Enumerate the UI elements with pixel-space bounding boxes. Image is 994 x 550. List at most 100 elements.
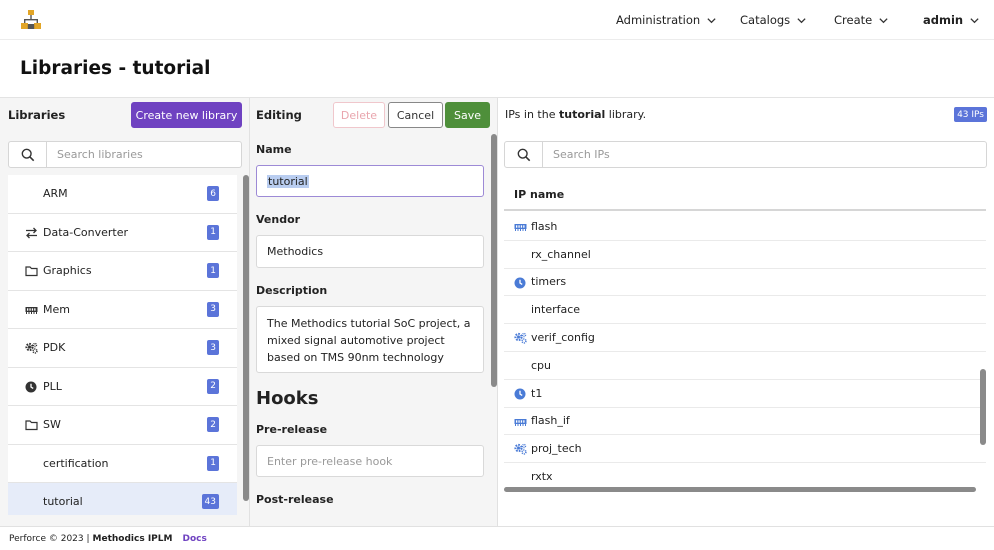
ip-name: interface (531, 303, 581, 317)
nav-user-menu[interactable]: admin (923, 13, 980, 27)
nav-catalogs[interactable]: Catalogs (740, 13, 807, 27)
ip-row-verif-config[interactable]: verif_config (504, 324, 986, 352)
pre-release-placeholder: Enter pre-release hook (267, 454, 393, 468)
ip-name: rxtx (531, 470, 553, 484)
ips-panel: IPs in the tutorial library. 43 IPs IP n… (498, 98, 994, 527)
app-logo-icon[interactable] (21, 10, 41, 30)
library-item-graphics[interactable]: Graphics 1 (8, 252, 237, 291)
ips-caption-library: tutorial (559, 108, 606, 121)
create-library-button[interactable]: Create new library (131, 102, 242, 128)
ip-row-flash-if[interactable]: flash_if (504, 408, 986, 436)
library-count-badge: 1 (207, 263, 219, 279)
main-panels: Libraries Create new library ARM 6 Data-… (0, 97, 994, 527)
name-label: Name (256, 143, 292, 156)
name-field-value: tutorial (267, 174, 309, 188)
library-list-scrollbar[interactable] (243, 175, 249, 501)
folder-icon (25, 420, 38, 431)
footer-product: Methodics IPLM (92, 533, 173, 544)
vendor-label: Vendor (256, 213, 301, 226)
nav-create[interactable]: Create (834, 13, 889, 27)
nav-catalogs-label: Catalogs (740, 13, 791, 27)
library-item-pll[interactable]: PLL 2 (8, 367, 237, 406)
chevron-down-icon (706, 15, 717, 26)
chevron-down-icon (969, 15, 980, 26)
ip-list: flash rx_channel timers interface verif_… (504, 213, 986, 484)
ip-name-column-header[interactable]: IP name (504, 179, 986, 211)
top-navbar: Administration Catalogs Create admin (0, 0, 994, 40)
ip-row-timers[interactable]: timers (504, 269, 986, 297)
gears-icon (25, 342, 38, 354)
library-name: Data-Converter (43, 225, 129, 239)
library-count-badge: 2 (207, 378, 219, 394)
ip-search (504, 141, 987, 168)
ip-row-rxtx[interactable]: rxtx (504, 463, 986, 484)
library-count-badge: 43 (201, 494, 219, 510)
ip-name: cpu (531, 358, 552, 372)
library-item-pdk[interactable]: PDK 3 (8, 329, 237, 368)
memory-chip-icon (514, 224, 527, 231)
library-item-certification[interactable]: certification 1 (8, 444, 237, 483)
chevron-down-icon (878, 15, 889, 26)
ip-row-proj-tech[interactable]: proj_tech (504, 435, 986, 464)
ip-row-rx-channel[interactable]: rx_channel (504, 241, 986, 269)
library-search-input[interactable] (47, 142, 241, 167)
library-count-badge: 3 (207, 301, 219, 317)
ip-list-horizontal-scrollbar[interactable] (504, 487, 976, 492)
cancel-button[interactable]: Cancel (388, 102, 443, 128)
nav-administration[interactable]: Administration (616, 13, 717, 27)
editing-panel: Editing Delete Cancel Save Name tutorial… (250, 98, 498, 527)
ip-name: flash_if (531, 414, 570, 428)
ips-caption: IPs in the tutorial library. (505, 108, 646, 121)
library-item-arm[interactable]: ARM 6 (8, 175, 237, 214)
docs-link[interactable]: Docs (182, 534, 206, 544)
nav-create-label: Create (834, 13, 873, 27)
gears-icon (514, 332, 527, 344)
name-field[interactable]: tutorial (256, 165, 484, 197)
library-count-badge: 3 (207, 340, 219, 356)
library-item-sw[interactable]: SW 2 (8, 406, 237, 445)
save-button[interactable]: Save (445, 102, 490, 128)
ip-row-flash[interactable]: flash (504, 213, 986, 241)
post-release-label: Post-release (256, 493, 334, 506)
library-item-tutorial[interactable]: tutorial 43 (8, 483, 237, 515)
description-label: Description (256, 284, 328, 297)
ip-row-interface[interactable]: interface (504, 296, 986, 325)
clock-icon (514, 277, 526, 289)
chevron-down-icon (796, 15, 807, 26)
delete-button[interactable]: Delete (333, 102, 385, 128)
ips-caption-suffix: library. (608, 108, 647, 121)
editing-heading: Editing (256, 108, 302, 122)
footer-copyright: Perforce © 2023 | (9, 533, 90, 544)
library-item-mem[interactable]: Mem 3 (8, 290, 237, 329)
library-count-badge: 1 (207, 224, 219, 240)
library-item-data-converter[interactable]: Data-Converter 1 (8, 213, 237, 252)
memory-chip-icon (25, 306, 38, 314)
libraries-heading: Libraries (8, 108, 66, 122)
nav-administration-label: Administration (616, 13, 701, 27)
folder-icon (25, 266, 38, 277)
vendor-field-value: Methodics (267, 245, 324, 258)
ips-count-badge: 43 IPs (954, 107, 987, 122)
memory-chip-icon (514, 418, 527, 426)
ip-name: rx_channel (531, 247, 591, 261)
nav-user-label: admin (923, 13, 964, 27)
ips-caption-prefix: IPs in the (505, 108, 556, 121)
ip-name: t1 (531, 386, 543, 400)
ip-row-t1[interactable]: t1 (504, 380, 986, 408)
description-field-value: The Methodics tutorial SoC project, a mi… (267, 317, 471, 364)
ip-search-input[interactable] (543, 142, 986, 167)
library-search (8, 141, 242, 168)
ip-name: timers (531, 275, 567, 289)
ip-name: proj_tech (531, 442, 582, 456)
description-field[interactable]: The Methodics tutorial SoC project, a mi… (256, 306, 484, 373)
library-count-badge: 2 (207, 417, 219, 433)
library-name: certification (43, 456, 109, 470)
library-name: Mem (43, 302, 70, 316)
hooks-title: Hooks (256, 388, 319, 409)
library-name: Graphics (43, 264, 92, 278)
ip-row-cpu[interactable]: cpu (504, 352, 986, 380)
vendor-field[interactable]: Methodics (256, 235, 484, 268)
ip-list-vertical-scrollbar[interactable] (980, 369, 986, 445)
pre-release-field[interactable]: Enter pre-release hook (256, 445, 484, 477)
editing-scrollbar[interactable] (491, 134, 497, 387)
